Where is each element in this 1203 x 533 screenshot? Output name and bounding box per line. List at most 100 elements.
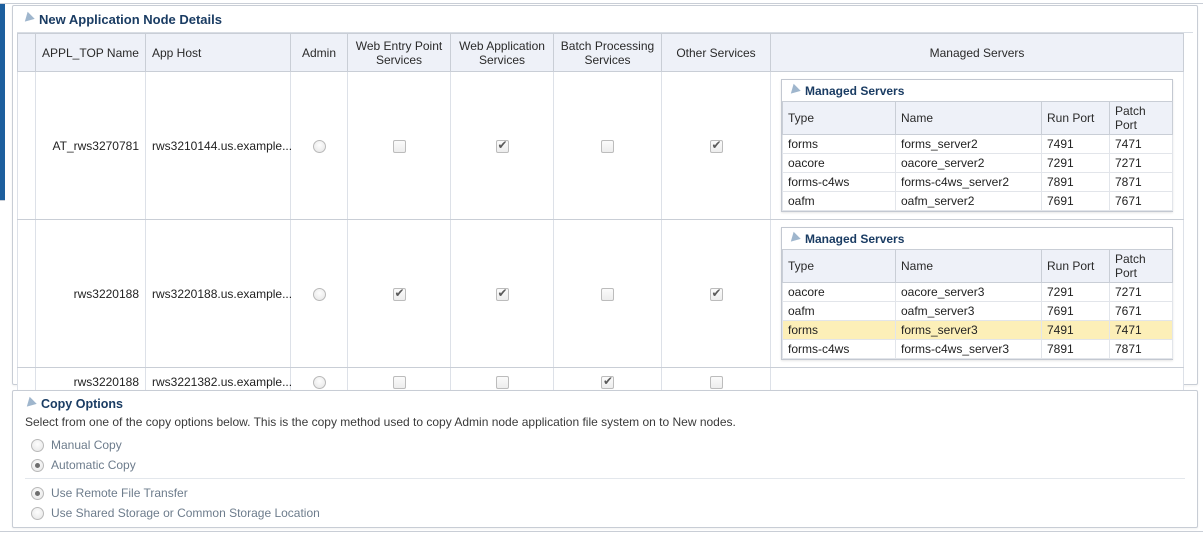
ms-col-type[interactable]: Type: [782, 249, 896, 283]
admin-radio[interactable]: [312, 139, 326, 153]
ms-cell-name: oacore_server2: [895, 153, 1042, 173]
ms-col-patch-port[interactable]: Patch Port: [1109, 249, 1173, 283]
remote-file-transfer-label: Use Remote File Transfer: [51, 486, 188, 500]
manual-copy-radio[interactable]: [31, 438, 44, 452]
managed-servers-header[interactable]: Managed Servers: [782, 228, 1172, 249]
cell-web-application[interactable]: [450, 71, 554, 220]
disclosure-triangle-icon[interactable]: [21, 11, 35, 25]
ms-cell-name: forms_server3: [895, 320, 1042, 340]
automatic-copy-label: Automatic Copy: [51, 458, 136, 472]
ms-col-run-port[interactable]: Run Port: [1041, 249, 1110, 283]
managed-servers-row[interactable]: oafm oafm_server2 7691 7671: [782, 191, 1173, 211]
col-app-host[interactable]: App Host: [145, 33, 291, 72]
radio-option-manual-copy[interactable]: Manual Copy: [31, 435, 1197, 455]
ms-cell-type: oafm: [782, 301, 896, 321]
ms-col-patch-port[interactable]: Patch Port: [1109, 101, 1173, 135]
row-select-gutter[interactable]: [17, 219, 36, 368]
col-web-entry-point[interactable]: Web Entry Point Services: [347, 33, 451, 72]
copy-options-description: Select from one of the copy options belo…: [25, 415, 736, 429]
managed-servers-header[interactable]: Managed Servers: [782, 80, 1172, 101]
ms-col-name[interactable]: Name: [895, 101, 1042, 135]
copy-options-title: Copy Options: [41, 397, 123, 411]
managed-servers-row[interactable]: forms forms_server2 7491 7471: [782, 134, 1173, 154]
managed-servers-row[interactable]: oacore oacore_server2 7291 7271: [782, 153, 1173, 173]
admin-radio[interactable]: [312, 375, 326, 389]
table-row[interactable]: rws3220188 rws3220188.us.example... Mana…: [17, 219, 1184, 368]
other-services-checkbox[interactable]: [709, 286, 723, 301]
left-accent-bar-tail: [0, 200, 5, 201]
panel-header[interactable]: New Application Node Details: [13, 6, 1197, 32]
disclosure-triangle-icon[interactable]: [23, 396, 37, 410]
cell-app-host: rws3210144.us.example...: [145, 71, 292, 220]
cell-batch-processing[interactable]: [553, 219, 662, 368]
col-appl-top-name[interactable]: APPL_TOP Name: [35, 33, 146, 72]
web-entry-point-checkbox[interactable]: [392, 375, 406, 389]
cell-web-entry-point[interactable]: [347, 219, 451, 368]
managed-servers-row[interactable]: forms-c4ws forms-c4ws_server2 7891 7871: [782, 172, 1173, 192]
web-entry-point-checkbox[interactable]: [392, 139, 406, 153]
cell-batch-processing[interactable]: [553, 71, 662, 220]
web-application-checkbox[interactable]: [495, 286, 509, 301]
radio-option-shared-storage[interactable]: Use Shared Storage or Common Storage Loc…: [31, 503, 1197, 523]
col-web-application[interactable]: Web Application Services: [450, 33, 554, 72]
cell-other-services[interactable]: [661, 219, 771, 368]
managed-servers-row[interactable]: oafm oafm_server3 7691 7671: [782, 301, 1173, 321]
cell-web-entry-point[interactable]: [347, 71, 451, 220]
web-application-checkbox[interactable]: [495, 138, 509, 153]
batch-processing-checkbox[interactable]: [601, 139, 614, 153]
other-services-checkbox[interactable]: [709, 375, 723, 389]
managed-servers-table: Type Name Run Port Patch Port oacore oac…: [782, 249, 1173, 359]
ms-cell-run-port: 7491: [1041, 320, 1110, 340]
other-services-checkbox[interactable]: [709, 138, 723, 153]
disclosure-triangle-icon[interactable]: [787, 83, 801, 97]
ms-cell-patch-port: 7471: [1109, 320, 1173, 340]
col-other-services[interactable]: Other Services: [661, 33, 771, 72]
row-select-gutter[interactable]: [17, 71, 36, 220]
ms-col-run-port[interactable]: Run Port: [1041, 101, 1110, 135]
radio-option-automatic-copy[interactable]: Automatic Copy: [31, 455, 1197, 475]
ms-cell-run-port: 7691: [1041, 301, 1110, 321]
table-row[interactable]: AT_rws3270781 rws3210144.us.example... M…: [17, 71, 1184, 220]
batch-processing-checkbox[interactable]: [601, 374, 614, 389]
ms-cell-name: forms-c4ws_server3: [895, 339, 1042, 359]
admin-radio[interactable]: [312, 287, 326, 301]
cell-web-application[interactable]: [450, 219, 554, 368]
web-application-checkbox[interactable]: [495, 375, 509, 389]
node-details-table-wrapper: APPL_TOP Name App Host Admin Web Entry P…: [17, 33, 1184, 396]
shared-storage-radio[interactable]: [31, 506, 44, 520]
page-title: New Application Node Details: [39, 11, 222, 27]
ms-cell-run-port: 7291: [1041, 282, 1110, 302]
managed-servers-row-selected[interactable]: forms forms_server3 7491 7471: [782, 320, 1173, 340]
cell-other-services[interactable]: [661, 71, 771, 220]
row-select-gutter-header: [17, 33, 36, 72]
managed-servers-row[interactable]: oacore oacore_server3 7291 7271: [782, 282, 1173, 302]
copy-options-panel: Copy Options Select from one of the copy…: [12, 390, 1198, 528]
radio-option-remote-file-transfer[interactable]: Use Remote File Transfer: [31, 483, 1197, 503]
cell-admin[interactable]: [290, 71, 348, 220]
web-entry-point-checkbox[interactable]: [392, 286, 406, 301]
ms-cell-run-port: 7291: [1041, 153, 1110, 173]
ms-cell-patch-port: 7871: [1109, 339, 1173, 359]
ms-cell-name: forms-c4ws_server2: [895, 172, 1042, 192]
automatic-copy-radio[interactable]: [31, 458, 44, 472]
ms-cell-type: forms-c4ws: [782, 172, 896, 192]
disclosure-triangle-icon[interactable]: [787, 231, 801, 245]
ms-col-name[interactable]: Name: [895, 249, 1042, 283]
cell-managed-servers: Managed Servers Type Name Run Port Patch…: [770, 71, 1184, 220]
ms-cell-run-port: 7891: [1041, 172, 1110, 192]
manual-copy-label: Manual Copy: [51, 438, 122, 452]
col-managed-servers[interactable]: Managed Servers: [770, 33, 1184, 72]
cell-admin[interactable]: [290, 219, 348, 368]
screen-root: New Application Node Details APPL_TOP Na…: [0, 0, 1203, 533]
batch-processing-checkbox[interactable]: [601, 287, 614, 301]
col-batch-processing[interactable]: Batch Processing Services: [553, 33, 662, 72]
top-divider: [0, 3, 1203, 4]
remote-file-transfer-radio[interactable]: [31, 486, 44, 500]
col-admin[interactable]: Admin: [290, 33, 348, 72]
copy-options-header[interactable]: Copy Options: [13, 391, 1197, 413]
ms-cell-name: oafm_server3: [895, 301, 1042, 321]
ms-cell-name: forms_server2: [895, 134, 1042, 154]
managed-servers-row[interactable]: forms-c4ws forms-c4ws_server3 7891 7871: [782, 339, 1173, 359]
ms-col-type[interactable]: Type: [782, 101, 896, 135]
managed-servers-header-row: Type Name Run Port Patch Port: [782, 249, 1173, 283]
